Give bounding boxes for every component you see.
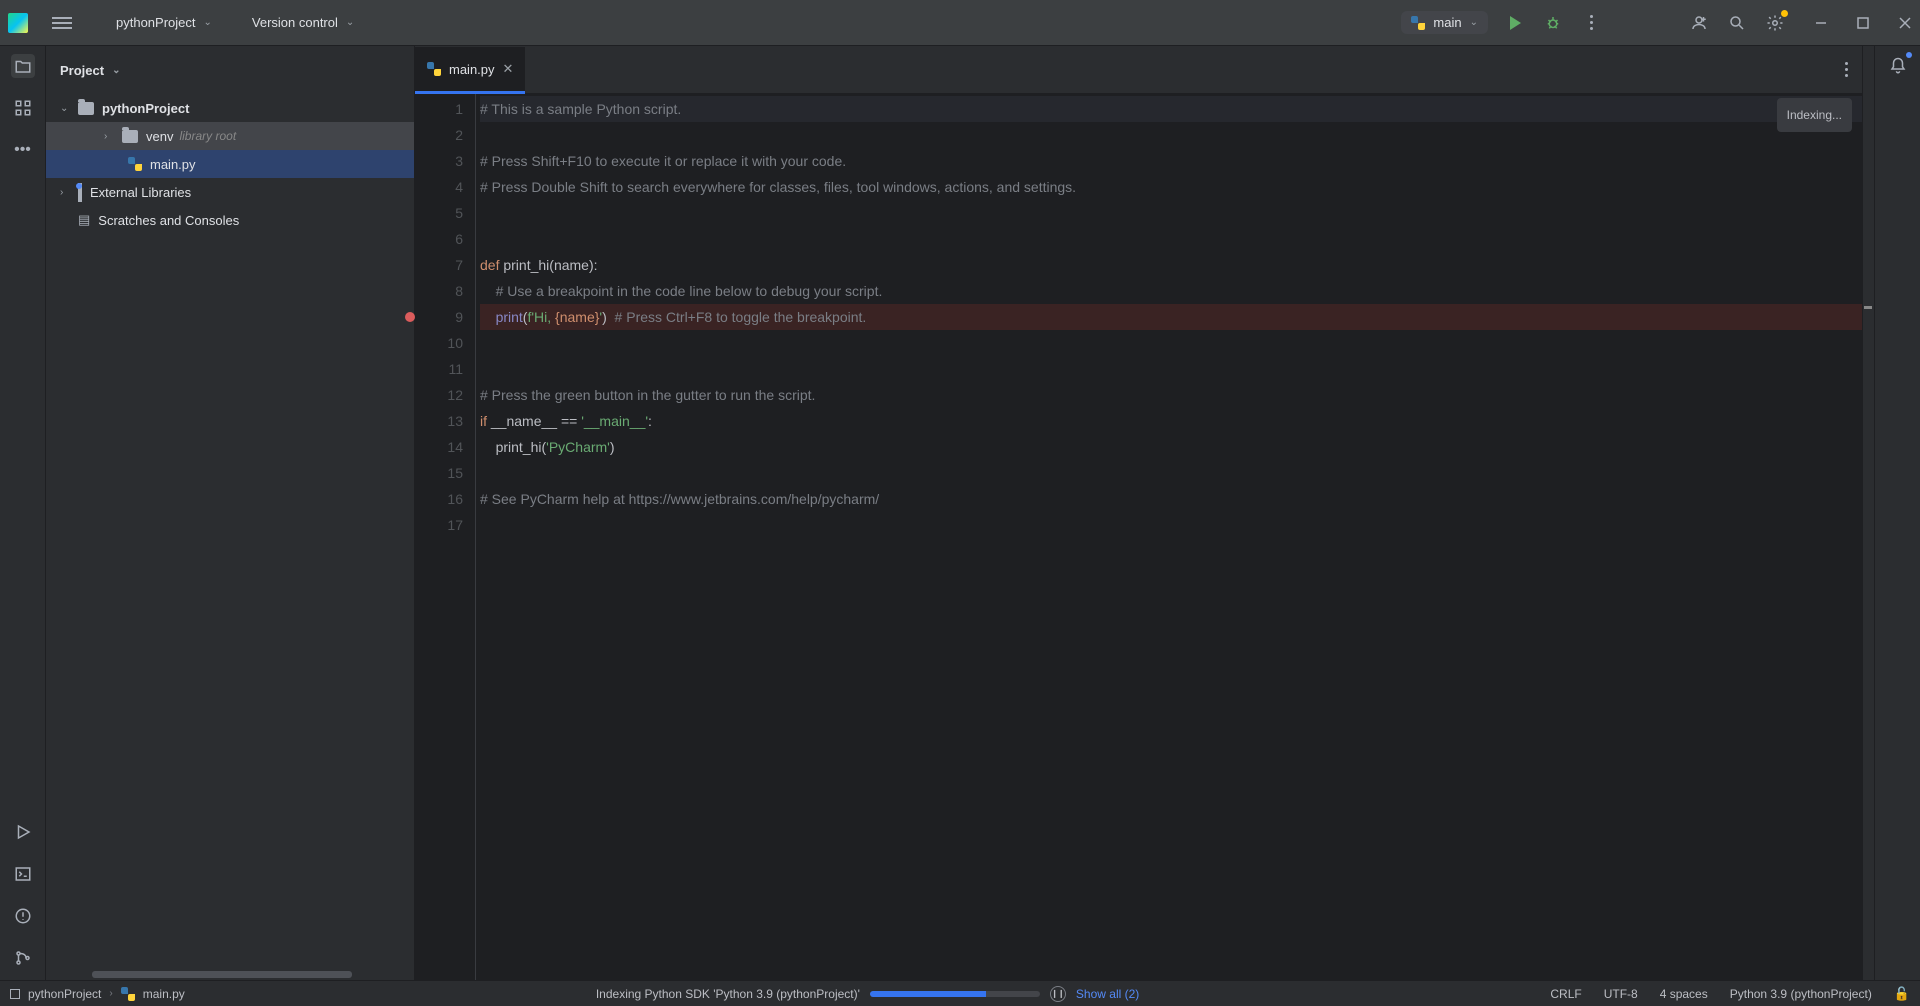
readonly-lock-icon[interactable]: 🔓 <box>1894 986 1910 1002</box>
project-panel-header[interactable]: Project⌄ <box>46 46 414 94</box>
problems-tool-button[interactable] <box>11 904 35 928</box>
editor-tab-bar: main.py ✕ <box>415 46 1862 94</box>
module-icon <box>10 989 20 999</box>
terminal-tool-button[interactable] <box>11 862 35 886</box>
settings-button[interactable] <box>1764 12 1786 34</box>
python-icon <box>128 157 142 171</box>
project-selector[interactable]: pythonProject⌄ <box>112 11 216 34</box>
chevron-right-icon: › <box>60 187 74 198</box>
more-tools-button[interactable]: ••• <box>11 138 35 162</box>
search-everywhere-button[interactable] <box>1726 12 1748 34</box>
breadcrumb[interactable]: pythonProject › main.py <box>10 987 185 1001</box>
tab-options-button[interactable] <box>1845 62 1848 77</box>
editor-area: main.py ✕ Indexing... 123456789101112131… <box>415 46 1862 980</box>
run-button[interactable] <box>1504 12 1526 34</box>
tree-root-project[interactable]: ⌄ pythonProject <box>46 94 414 122</box>
vcs-menu[interactable]: Version control⌄ <box>248 11 358 34</box>
left-tool-rail: ••• <box>0 46 46 980</box>
editor-gutter[interactable]: 1234567891011121314151617 <box>415 94 475 980</box>
code-editor[interactable]: Indexing... 1234567891011121314151617 # … <box>415 94 1862 980</box>
python-icon <box>427 62 441 76</box>
editor-content[interactable]: # This is a sample Python script.# Press… <box>475 94 1862 980</box>
tree-main-file[interactable]: main.py <box>46 150 414 178</box>
right-tool-rail <box>1874 46 1920 980</box>
vcs-tool-button[interactable] <box>11 946 35 970</box>
chevron-right-icon: › <box>104 131 118 142</box>
code-with-me-icon[interactable] <box>1688 12 1710 34</box>
encoding-widget[interactable]: UTF-8 <box>1604 987 1638 1001</box>
project-scrollbar[interactable] <box>46 970 414 980</box>
progress-bar <box>870 991 1040 997</box>
run-configuration-selector[interactable]: main ⌄ <box>1401 11 1488 34</box>
services-tool-button[interactable] <box>11 820 35 844</box>
tree-venv-folder[interactable]: › venv library root <box>46 122 414 150</box>
pause-indexing-button[interactable]: ❙❙ <box>1050 986 1066 1002</box>
python-icon <box>121 987 135 1001</box>
titlebar: pythonProject⌄ Version control⌄ main ⌄ <box>0 0 1920 46</box>
status-bar: pythonProject › main.py Indexing Python … <box>0 980 1920 1006</box>
scratches-icon: ▤ <box>78 212 90 228</box>
editor-tab-main[interactable]: main.py ✕ <box>415 47 525 94</box>
minimize-window-button[interactable] <box>1814 16 1828 30</box>
debug-button[interactable] <box>1542 12 1564 34</box>
show-all-tasks-link[interactable]: Show all (2) <box>1076 987 1139 1001</box>
indent-widget[interactable]: 4 spaces <box>1660 987 1708 1001</box>
background-tasks[interactable]: Indexing Python SDK 'Python 3.9 (pythonP… <box>199 986 1537 1002</box>
notifications-button[interactable] <box>1886 54 1910 78</box>
structure-tool-button[interactable] <box>11 96 35 120</box>
chevron-down-icon: ⌄ <box>60 103 74 114</box>
indexing-badge: Indexing... <box>1777 98 1852 132</box>
editor-error-strip[interactable] <box>1862 46 1874 980</box>
folder-icon <box>122 130 138 143</box>
folder-icon <box>78 102 94 115</box>
interpreter-widget[interactable]: Python 3.9 (pythonProject) <box>1730 987 1872 1001</box>
maximize-window-button[interactable] <box>1856 16 1870 30</box>
more-actions-button[interactable] <box>1580 12 1602 34</box>
project-panel: Project⌄ ⌄ pythonProject › venv library … <box>46 46 415 980</box>
tree-external-libraries[interactable]: › External Libraries <box>46 178 414 206</box>
project-tool-button[interactable] <box>11 54 35 78</box>
close-tab-button[interactable]: ✕ <box>503 61 514 77</box>
main-menu-button[interactable] <box>52 17 72 29</box>
python-icon <box>1411 16 1425 30</box>
project-tree: ⌄ pythonProject › venv library root main… <box>46 94 414 234</box>
line-separator-widget[interactable]: CRLF <box>1550 987 1581 1001</box>
main-area: ••• Project⌄ ⌄ pythonProject › venv libr… <box>0 46 1920 980</box>
close-window-button[interactable] <box>1898 16 1912 30</box>
tree-scratches[interactable]: ▤ Scratches and Consoles <box>46 206 414 234</box>
pycharm-app-icon <box>8 13 28 33</box>
